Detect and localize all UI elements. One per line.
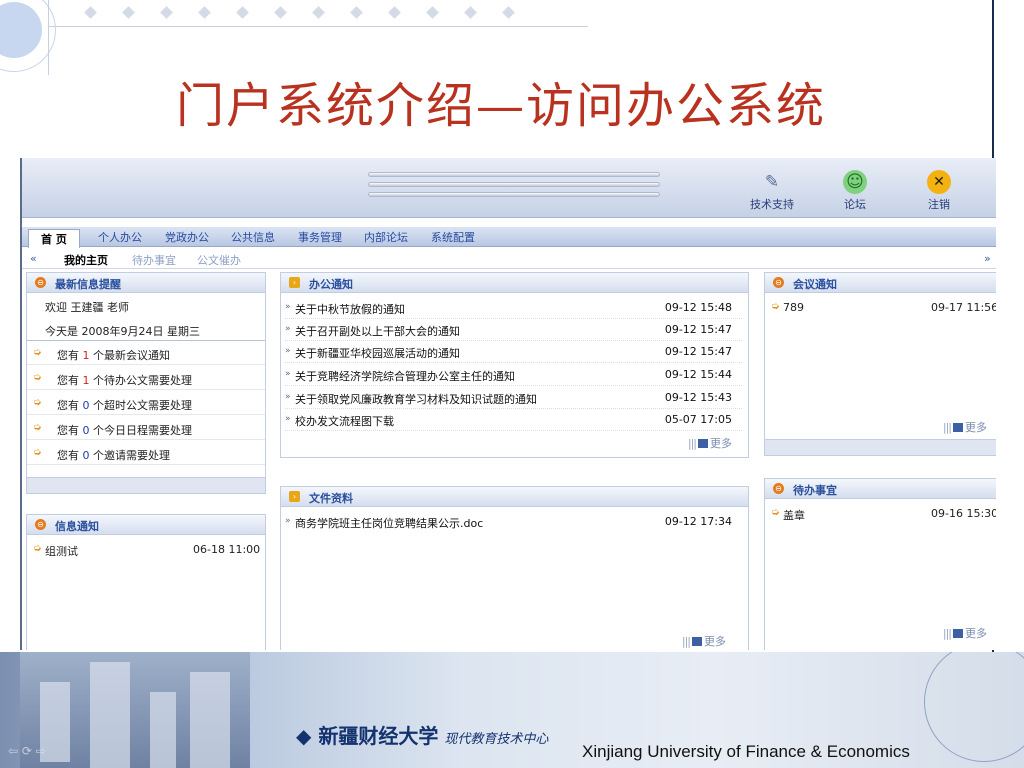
panel-title: 会议通知 bbox=[793, 278, 837, 291]
list-item[interactable]: » 关于中秋节放假的通知 09-12 15:48 bbox=[285, 297, 742, 319]
arrow-icon: ➭ bbox=[771, 507, 780, 518]
panel-footer bbox=[765, 439, 996, 455]
collapse-icon[interactable]: ⊖ bbox=[35, 277, 46, 288]
panel-title: 办公通知 bbox=[309, 278, 353, 291]
menu-public-info[interactable]: 公共信息 bbox=[231, 229, 275, 245]
expand-icon[interactable]: › bbox=[289, 277, 300, 288]
tech-support-link[interactable]: ✎ 技术支持 bbox=[742, 170, 802, 212]
list-item[interactable]: » 关于竞聘经济学院综合管理办公室主任的通知 09-12 15:44 bbox=[285, 364, 742, 386]
decor-line bbox=[48, 26, 588, 27]
more-icon bbox=[953, 629, 963, 638]
forum-link[interactable]: ☺ 论坛 bbox=[825, 170, 885, 212]
tab-my-home[interactable]: 我的主页 bbox=[64, 252, 108, 268]
files-panel: › 文件资料 » 商务学院班主任岗位竞聘结果公示.doc 09-12 17:34 ||… bbox=[280, 486, 749, 650]
panel-title: 最新信息提醒 bbox=[55, 278, 121, 291]
arrow-icon: ➭ bbox=[33, 347, 42, 358]
reminder-row[interactable]: ➭ 您有 1 个待办公文需要处理 bbox=[27, 368, 265, 390]
menu-personal-office[interactable]: 个人办公 bbox=[98, 229, 142, 245]
more-link[interactable]: ||| 更多 bbox=[682, 633, 726, 649]
slide-nav-buttons[interactable]: ⇦ ⟳ ⇨ bbox=[8, 744, 46, 758]
todo-panel: ⊖ 待办事宜 ➭ 盖章 09-16 15:30 ||| 更多 bbox=[764, 478, 996, 650]
logout-label: 注销 bbox=[928, 198, 950, 211]
more-link[interactable]: ||| 更多 bbox=[688, 435, 732, 451]
portal-screenshot: ✎ 技术支持 ☺ 论坛 ✕ 注销 首 页 个人办公 党政办公 公共信息 事务管理… bbox=[20, 158, 996, 650]
list-item[interactable]: » 商务学院班主任岗位竞聘结果公示.doc 09-12 17:34 bbox=[285, 511, 742, 533]
list-item[interactable]: » 关于领取党风廉政教育学习材料及知识试题的通知 09-12 15:43 bbox=[285, 387, 742, 409]
portal-header: ✎ 技术支持 ☺ 论坛 ✕ 注销 bbox=[22, 158, 996, 218]
more-icon bbox=[953, 423, 963, 432]
campus-image bbox=[20, 652, 250, 768]
tech-support-label: 技术支持 bbox=[750, 198, 794, 211]
collapse-icon[interactable]: ⊖ bbox=[773, 483, 784, 494]
info-notice-panel: ⊖ 信息通知 ➭ 组测试 06-18 11:00 bbox=[26, 514, 266, 650]
main-menu: 首 页 个人办公 党政办公 公共信息 事务管理 内部论坛 系统配置 bbox=[22, 227, 996, 249]
office-notice-panel: › 办公通知 » 关于中秋节放假的通知 09-12 15:48 » 关于召开副处以上干部… bbox=[280, 272, 749, 458]
scroll-left-button[interactable]: « bbox=[30, 252, 37, 265]
panel-title: 信息通知 bbox=[55, 520, 99, 533]
users-icon: ☺ bbox=[843, 170, 867, 194]
arrow-icon: ➭ bbox=[33, 422, 42, 433]
list-item[interactable]: ➭ 789 09-17 11:56 bbox=[765, 297, 996, 319]
list-item[interactable]: » 关于召开副处以上干部大会的通知 09-12 15:47 bbox=[285, 319, 742, 341]
more-icon bbox=[698, 439, 708, 448]
logout-icon: ✕ bbox=[927, 170, 951, 194]
list-item[interactable]: ➭ 组测试 06-18 11:00 bbox=[27, 539, 265, 561]
menu-affairs[interactable]: 事务管理 bbox=[298, 229, 342, 245]
menu-party-office[interactable]: 党政办公 bbox=[165, 229, 209, 245]
reminder-row[interactable]: ➭ 您有 0 个今日日程需要处理 bbox=[27, 418, 265, 440]
collapse-icon[interactable]: ⊖ bbox=[35, 519, 46, 530]
menu-settings[interactable]: 系统配置 bbox=[431, 229, 475, 245]
arrow-icon: ➭ bbox=[33, 397, 42, 408]
expand-icon[interactable]: › bbox=[289, 491, 300, 502]
logout-link[interactable]: ✕ 注销 bbox=[909, 170, 969, 212]
tab-doc-urge[interactable]: 公文催办 bbox=[197, 252, 241, 268]
support-icon: ✎ bbox=[764, 172, 780, 192]
list-item[interactable]: ➭ 盖章 09-16 15:30 bbox=[765, 503, 996, 525]
decor-dots bbox=[84, 6, 515, 19]
arrow-icon: ➭ bbox=[33, 447, 42, 458]
forum-label: 论坛 bbox=[844, 198, 866, 211]
reminder-row[interactable]: ➭ 您有 0 个邀请需要处理 bbox=[27, 443, 265, 465]
more-link[interactable]: ||| 更多 bbox=[943, 419, 987, 435]
panel-title: 待办事宜 bbox=[793, 484, 837, 497]
menu-forum[interactable]: 内部论坛 bbox=[364, 229, 408, 245]
panel-footer bbox=[27, 477, 265, 493]
panel-title: 文件资料 bbox=[309, 492, 353, 505]
list-item[interactable]: » 校办发文流程图下载 05-07 17:05 bbox=[285, 409, 742, 431]
arrow-icon: ➭ bbox=[771, 301, 780, 312]
menu-home[interactable]: 首 页 bbox=[28, 229, 80, 249]
sub-menu: « 我的主页 待办事宜 公文催办 » bbox=[22, 248, 996, 269]
reminder-panel: ⊖ 最新信息提醒 欢迎 王建疆 老师 今天是 2008年9月24日 星期三 ➭ 您有… bbox=[26, 272, 266, 494]
date-text: 今天是 2008年9月24日 星期三 bbox=[45, 325, 200, 338]
meeting-panel: ⊖ 会议通知 ➭ 789 09-17 11:56 ||| 更多 bbox=[764, 272, 996, 456]
list-item[interactable]: » 关于新疆亚华校园巡展活动的通知 09-12 15:47 bbox=[285, 341, 742, 363]
slide-footer: ◆ 新疆财经大学 现代教育技术中心 Xinjiang University of … bbox=[0, 652, 1024, 768]
welcome-text: 欢迎 王建疆 老师 bbox=[45, 301, 129, 314]
more-icon bbox=[692, 637, 702, 646]
collapse-icon[interactable]: ⊖ bbox=[773, 277, 784, 288]
more-link[interactable]: ||| 更多 bbox=[943, 625, 987, 641]
university-english-name: Xinjiang University of Finance & Economi… bbox=[582, 742, 910, 761]
tab-todo[interactable]: 待办事宜 bbox=[132, 252, 176, 268]
reminder-row[interactable]: ➭ 您有 1 个最新会议通知 bbox=[27, 343, 265, 365]
arrow-icon: ➭ bbox=[33, 372, 42, 383]
arrow-icon: ➭ bbox=[33, 543, 42, 554]
header-decoration bbox=[368, 172, 660, 208]
university-logo-text: ◆ 新疆财经大学 现代教育技术中心 bbox=[296, 724, 549, 748]
scroll-right-button[interactable]: » bbox=[984, 252, 991, 265]
reminder-row[interactable]: ➭ 您有 0 个超时公文需要处理 bbox=[27, 393, 265, 415]
decor-vline bbox=[48, 0, 49, 75]
decor-ring bbox=[924, 652, 1024, 762]
slide-title: 门户系统介绍—访问办公系统 bbox=[176, 78, 827, 134]
